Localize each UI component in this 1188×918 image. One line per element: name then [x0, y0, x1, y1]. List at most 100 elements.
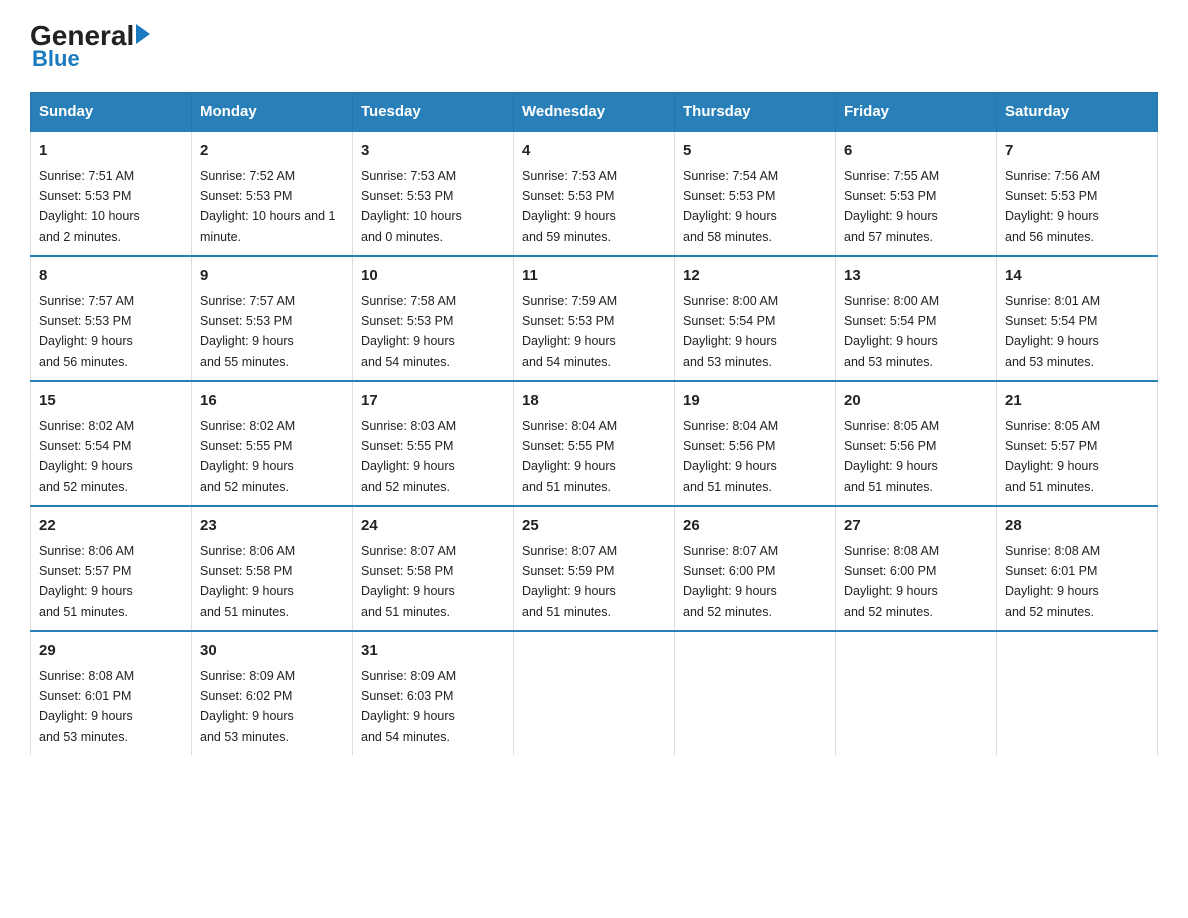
calendar-cell: 14 Sunrise: 8:01 AMSunset: 5:54 PMDaylig… [997, 256, 1158, 381]
day-info: Sunrise: 8:02 AMSunset: 5:54 PMDaylight:… [39, 419, 134, 494]
col-header-sunday: Sunday [31, 93, 192, 132]
day-info: Sunrise: 7:57 AMSunset: 5:53 PMDaylight:… [200, 294, 295, 369]
col-header-tuesday: Tuesday [353, 93, 514, 132]
day-number: 1 [39, 140, 183, 163]
calendar-cell [514, 631, 675, 755]
calendar-cell: 20 Sunrise: 8:05 AMSunset: 5:56 PMDaylig… [836, 381, 997, 506]
day-info: Sunrise: 8:08 AMSunset: 6:01 PMDaylight:… [39, 669, 134, 744]
calendar-cell: 4 Sunrise: 7:53 AMSunset: 5:53 PMDayligh… [514, 131, 675, 256]
calendar-cell [675, 631, 836, 755]
calendar-cell: 30 Sunrise: 8:09 AMSunset: 6:02 PMDaylig… [192, 631, 353, 755]
calendar-cell: 17 Sunrise: 8:03 AMSunset: 5:55 PMDaylig… [353, 381, 514, 506]
col-header-friday: Friday [836, 93, 997, 132]
day-info: Sunrise: 8:07 AMSunset: 5:58 PMDaylight:… [361, 544, 456, 619]
day-info: Sunrise: 7:52 AMSunset: 5:53 PMDaylight:… [200, 169, 336, 244]
day-number: 16 [200, 390, 344, 413]
day-number: 15 [39, 390, 183, 413]
day-info: Sunrise: 7:55 AMSunset: 5:53 PMDaylight:… [844, 169, 939, 244]
day-number: 19 [683, 390, 827, 413]
calendar-cell: 15 Sunrise: 8:02 AMSunset: 5:54 PMDaylig… [31, 381, 192, 506]
day-info: Sunrise: 8:00 AMSunset: 5:54 PMDaylight:… [683, 294, 778, 369]
day-info: Sunrise: 7:51 AMSunset: 5:53 PMDaylight:… [39, 169, 140, 244]
day-number: 8 [39, 265, 183, 288]
calendar-cell: 18 Sunrise: 8:04 AMSunset: 5:55 PMDaylig… [514, 381, 675, 506]
col-header-monday: Monday [192, 93, 353, 132]
day-info: Sunrise: 7:54 AMSunset: 5:53 PMDaylight:… [683, 169, 778, 244]
day-number: 3 [361, 140, 505, 163]
calendar-cell: 10 Sunrise: 7:58 AMSunset: 5:53 PMDaylig… [353, 256, 514, 381]
day-info: Sunrise: 8:09 AMSunset: 6:02 PMDaylight:… [200, 669, 295, 744]
day-number: 21 [1005, 390, 1149, 413]
calendar-week-4: 22 Sunrise: 8:06 AMSunset: 5:57 PMDaylig… [31, 506, 1158, 631]
calendar-week-2: 8 Sunrise: 7:57 AMSunset: 5:53 PMDayligh… [31, 256, 1158, 381]
day-number: 25 [522, 515, 666, 538]
logo-arrow-icon [136, 24, 150, 44]
calendar-week-3: 15 Sunrise: 8:02 AMSunset: 5:54 PMDaylig… [31, 381, 1158, 506]
day-info: Sunrise: 8:05 AMSunset: 5:57 PMDaylight:… [1005, 419, 1100, 494]
calendar-cell: 28 Sunrise: 8:08 AMSunset: 6:01 PMDaylig… [997, 506, 1158, 631]
calendar-cell: 21 Sunrise: 8:05 AMSunset: 5:57 PMDaylig… [997, 381, 1158, 506]
day-number: 5 [683, 140, 827, 163]
calendar-cell: 2 Sunrise: 7:52 AMSunset: 5:53 PMDayligh… [192, 131, 353, 256]
day-number: 9 [200, 265, 344, 288]
day-info: Sunrise: 7:57 AMSunset: 5:53 PMDaylight:… [39, 294, 134, 369]
day-number: 23 [200, 515, 344, 538]
day-info: Sunrise: 8:07 AMSunset: 6:00 PMDaylight:… [683, 544, 778, 619]
calendar-cell: 26 Sunrise: 8:07 AMSunset: 6:00 PMDaylig… [675, 506, 836, 631]
calendar-week-5: 29 Sunrise: 8:08 AMSunset: 6:01 PMDaylig… [31, 631, 1158, 755]
col-header-thursday: Thursday [675, 93, 836, 132]
day-info: Sunrise: 8:06 AMSunset: 5:58 PMDaylight:… [200, 544, 295, 619]
calendar-cell: 12 Sunrise: 8:00 AMSunset: 5:54 PMDaylig… [675, 256, 836, 381]
day-number: 26 [683, 515, 827, 538]
day-number: 10 [361, 265, 505, 288]
day-info: Sunrise: 7:53 AMSunset: 5:53 PMDaylight:… [522, 169, 617, 244]
calendar-cell: 7 Sunrise: 7:56 AMSunset: 5:53 PMDayligh… [997, 131, 1158, 256]
day-info: Sunrise: 8:08 AMSunset: 6:00 PMDaylight:… [844, 544, 939, 619]
calendar-cell: 19 Sunrise: 8:04 AMSunset: 5:56 PMDaylig… [675, 381, 836, 506]
day-number: 17 [361, 390, 505, 413]
day-info: Sunrise: 8:07 AMSunset: 5:59 PMDaylight:… [522, 544, 617, 619]
calendar-cell: 31 Sunrise: 8:09 AMSunset: 6:03 PMDaylig… [353, 631, 514, 755]
day-number: 4 [522, 140, 666, 163]
calendar-cell: 8 Sunrise: 7:57 AMSunset: 5:53 PMDayligh… [31, 256, 192, 381]
logo-blue: Blue [32, 46, 80, 72]
day-info: Sunrise: 7:58 AMSunset: 5:53 PMDaylight:… [361, 294, 456, 369]
day-number: 14 [1005, 265, 1149, 288]
day-number: 2 [200, 140, 344, 163]
day-info: Sunrise: 8:01 AMSunset: 5:54 PMDaylight:… [1005, 294, 1100, 369]
calendar-cell [836, 631, 997, 755]
calendar-cell [997, 631, 1158, 755]
calendar-cell: 22 Sunrise: 8:06 AMSunset: 5:57 PMDaylig… [31, 506, 192, 631]
day-number: 29 [39, 640, 183, 663]
day-info: Sunrise: 8:00 AMSunset: 5:54 PMDaylight:… [844, 294, 939, 369]
calendar-cell: 3 Sunrise: 7:53 AMSunset: 5:53 PMDayligh… [353, 131, 514, 256]
day-number: 7 [1005, 140, 1149, 163]
col-header-wednesday: Wednesday [514, 93, 675, 132]
calendar-cell: 25 Sunrise: 8:07 AMSunset: 5:59 PMDaylig… [514, 506, 675, 631]
day-number: 30 [200, 640, 344, 663]
calendar-cell: 5 Sunrise: 7:54 AMSunset: 5:53 PMDayligh… [675, 131, 836, 256]
calendar-cell: 1 Sunrise: 7:51 AMSunset: 5:53 PMDayligh… [31, 131, 192, 256]
day-info: Sunrise: 8:04 AMSunset: 5:55 PMDaylight:… [522, 419, 617, 494]
day-info: Sunrise: 8:04 AMSunset: 5:56 PMDaylight:… [683, 419, 778, 494]
calendar-cell: 11 Sunrise: 7:59 AMSunset: 5:53 PMDaylig… [514, 256, 675, 381]
day-number: 28 [1005, 515, 1149, 538]
day-info: Sunrise: 8:09 AMSunset: 6:03 PMDaylight:… [361, 669, 456, 744]
day-info: Sunrise: 7:56 AMSunset: 5:53 PMDaylight:… [1005, 169, 1100, 244]
calendar-cell: 29 Sunrise: 8:08 AMSunset: 6:01 PMDaylig… [31, 631, 192, 755]
page-header: General Blue [30, 20, 1158, 72]
day-number: 18 [522, 390, 666, 413]
day-info: Sunrise: 7:53 AMSunset: 5:53 PMDaylight:… [361, 169, 462, 244]
calendar-table: SundayMondayTuesdayWednesdayThursdayFrid… [30, 92, 1158, 755]
day-number: 12 [683, 265, 827, 288]
logo: General Blue [30, 20, 150, 72]
day-info: Sunrise: 8:03 AMSunset: 5:55 PMDaylight:… [361, 419, 456, 494]
calendar-cell: 9 Sunrise: 7:57 AMSunset: 5:53 PMDayligh… [192, 256, 353, 381]
day-number: 22 [39, 515, 183, 538]
day-number: 6 [844, 140, 988, 163]
day-number: 13 [844, 265, 988, 288]
day-info: Sunrise: 7:59 AMSunset: 5:53 PMDaylight:… [522, 294, 617, 369]
calendar-cell: 6 Sunrise: 7:55 AMSunset: 5:53 PMDayligh… [836, 131, 997, 256]
calendar-week-1: 1 Sunrise: 7:51 AMSunset: 5:53 PMDayligh… [31, 131, 1158, 256]
day-info: Sunrise: 8:02 AMSunset: 5:55 PMDaylight:… [200, 419, 295, 494]
